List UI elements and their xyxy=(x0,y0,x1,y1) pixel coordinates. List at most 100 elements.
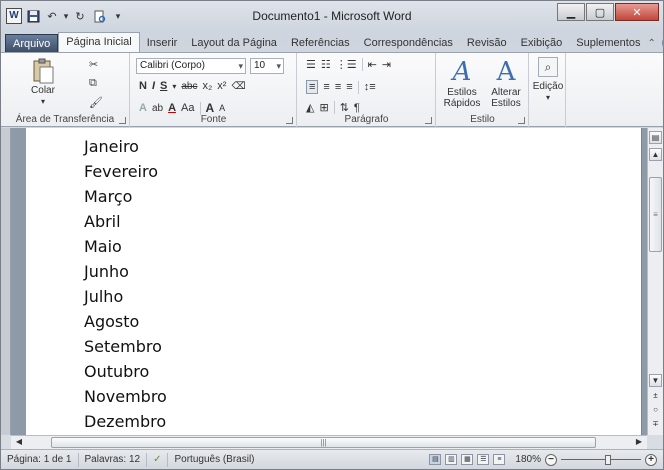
align-left-icon[interactable]: ≡ xyxy=(306,80,319,94)
cut-icon[interactable]: ✂ xyxy=(89,58,98,71)
minimize-icon[interactable]: ▁ xyxy=(557,3,585,21)
increase-indent-icon[interactable]: ⇥ xyxy=(382,58,391,71)
minimize-ribbon-icon[interactable]: ⌃ xyxy=(647,38,655,49)
document-line[interactable]: Dezembro xyxy=(84,412,166,431)
scroll-up-icon[interactable]: ▲ xyxy=(649,148,662,161)
quick-styles-button[interactable]: A Estilos Rápidos xyxy=(441,57,483,109)
close-icon[interactable]: ✕ xyxy=(615,3,659,21)
text-effects-icon[interactable]: A xyxy=(139,102,147,114)
justify-icon[interactable]: ≡ xyxy=(346,81,352,93)
undo-icon[interactable]: ↶ xyxy=(44,8,60,24)
tab-revisao[interactable]: Revisão xyxy=(460,34,514,52)
underline-dropdown-icon[interactable]: ▾ xyxy=(172,82,176,91)
tab-exibicao[interactable]: Exibição xyxy=(514,34,570,52)
paragraph-launcher-icon[interactable] xyxy=(425,117,432,124)
sort-icon[interactable]: ⇅ xyxy=(340,101,349,114)
tab-arquivo[interactable]: Arquivo xyxy=(5,34,59,52)
shrink-font-button[interactable]: A xyxy=(219,103,225,113)
select-browse-object-icon[interactable]: ○ xyxy=(649,404,662,417)
document-line[interactable]: Abril xyxy=(84,212,121,231)
horizontal-scroll-thumb[interactable]: ||| xyxy=(51,437,596,448)
document-line[interactable]: Julho xyxy=(84,287,123,306)
save-icon[interactable] xyxy=(25,8,41,24)
view-ruler-icon[interactable]: ▤ xyxy=(649,131,662,144)
vertical-scroll-thumb[interactable]: ≡ xyxy=(649,177,662,252)
document-line[interactable]: Setembro xyxy=(84,337,162,356)
underline-button[interactable]: S xyxy=(160,80,167,92)
font-launcher-icon[interactable] xyxy=(286,117,293,124)
align-right-icon[interactable]: ≡ xyxy=(335,81,341,93)
page-count[interactable]: Página: 1 de 1 xyxy=(1,452,79,467)
multilevel-list-icon[interactable]: ⋮☰ xyxy=(336,58,357,71)
decrease-indent-icon[interactable]: ⇤ xyxy=(368,58,377,71)
horizontal-scrollbar[interactable]: ◀ ||| ▶ xyxy=(11,435,647,449)
align-center-icon[interactable]: ≡ xyxy=(323,81,329,93)
qat-dropdown-icon[interactable]: ▾ xyxy=(110,8,126,24)
zoom-slider[interactable] xyxy=(561,454,641,465)
full-screen-reading-icon[interactable]: ▥ xyxy=(445,454,458,465)
highlight-icon[interactable]: ab xyxy=(152,103,163,114)
tab-referencias[interactable]: Referências xyxy=(284,34,357,52)
outline-view-icon[interactable]: ☰ xyxy=(477,454,490,465)
grow-font-button[interactable]: A xyxy=(206,101,215,115)
tab-pagina-inicial[interactable]: Página Inicial xyxy=(58,32,140,52)
shading-icon[interactable]: ◭ xyxy=(306,101,314,114)
font-color-icon[interactable]: A xyxy=(168,102,176,114)
paste-button[interactable]: Colar ▾ xyxy=(31,57,55,107)
scroll-left-icon[interactable]: ◀ xyxy=(13,436,25,448)
web-layout-icon[interactable]: ▦ xyxy=(461,454,474,465)
tab-correspondencias[interactable]: Correspondências xyxy=(357,34,460,52)
line-spacing-icon[interactable]: ↕≡ xyxy=(364,81,376,93)
italic-button[interactable]: I xyxy=(152,80,155,92)
borders-icon[interactable]: ⊞ xyxy=(319,101,328,114)
draft-view-icon[interactable]: ≡ xyxy=(493,454,506,465)
font-family-combo[interactable]: Calibri (Corpo) xyxy=(136,58,246,74)
tab-layout-da-pagina[interactable]: Layout da Página xyxy=(184,34,284,52)
zoom-out-icon[interactable]: − xyxy=(545,453,557,466)
format-painter-icon[interactable]: 🖌 xyxy=(89,96,103,109)
bullets-icon[interactable]: ☰ xyxy=(306,58,316,71)
scroll-right-icon[interactable]: ▶ xyxy=(633,436,645,448)
bold-button[interactable]: N xyxy=(139,80,147,92)
proofing-icon[interactable]: ✓ xyxy=(147,452,169,467)
document-line[interactable]: Agosto xyxy=(84,312,139,331)
editing-button[interactable]: ⌕ Edição ▾ xyxy=(533,57,563,103)
document-line[interactable]: Maio xyxy=(84,237,122,256)
next-page-icon[interactable]: ∓ xyxy=(649,418,662,431)
document-line[interactable]: Junho xyxy=(84,262,129,281)
word-count[interactable]: Palavras: 12 xyxy=(79,452,148,467)
document-line[interactable]: Outubro xyxy=(84,362,149,381)
clear-formatting-icon[interactable]: ⌫ xyxy=(231,81,245,92)
previous-page-icon[interactable]: ± xyxy=(649,390,662,403)
maximize-icon[interactable]: ▢ xyxy=(586,3,614,21)
document-line[interactable]: Novembro xyxy=(84,387,167,406)
zoom-slider-knob[interactable] xyxy=(605,454,611,465)
print-layout-view-icon[interactable]: ▤ xyxy=(429,454,442,465)
tab-suplementos[interactable]: Suplementos xyxy=(569,34,647,52)
redo-icon[interactable]: ↻ xyxy=(72,8,88,24)
scroll-down-icon[interactable]: ▼ xyxy=(649,374,662,387)
numbering-icon[interactable]: ☷ xyxy=(321,58,331,71)
clipboard-launcher-icon[interactable] xyxy=(119,117,126,124)
change-styles-button[interactable]: A Alterar Estilos xyxy=(485,57,527,109)
document-line[interactable]: Janeiro xyxy=(84,137,139,156)
tab-inserir[interactable]: Inserir xyxy=(140,34,185,52)
vertical-scrollbar[interactable]: ▤ ▲ ≡ ▼ ± ○ ∓ xyxy=(647,128,663,435)
zoom-in-icon[interactable]: + xyxy=(645,453,657,466)
zoom-level[interactable]: 180% xyxy=(515,454,541,465)
print-preview-icon[interactable] xyxy=(91,8,107,24)
language-indicator[interactable]: Português (Brasil) xyxy=(168,453,260,467)
font-size-combo[interactable]: 10 xyxy=(250,58,284,74)
document-line[interactable]: Fevereiro xyxy=(84,162,158,181)
word-app-icon[interactable]: W xyxy=(6,8,22,24)
document-line[interactable]: Março xyxy=(84,187,132,206)
superscript-button[interactable]: x² xyxy=(217,80,226,92)
copy-icon[interactable]: ⧉ xyxy=(89,77,97,90)
paste-dropdown-icon[interactable]: ▾ xyxy=(41,96,45,107)
styles-launcher-icon[interactable] xyxy=(518,117,525,124)
change-case-button[interactable]: Aa xyxy=(181,102,194,114)
document-page[interactable]: Janeiro Fevereiro Março Abril Maio Junho… xyxy=(26,128,641,435)
subscript-button[interactable]: x₂ xyxy=(203,80,213,92)
strikethrough-button[interactable]: abc xyxy=(181,81,197,92)
show-paragraph-marks-button[interactable]: ¶ xyxy=(354,102,360,114)
